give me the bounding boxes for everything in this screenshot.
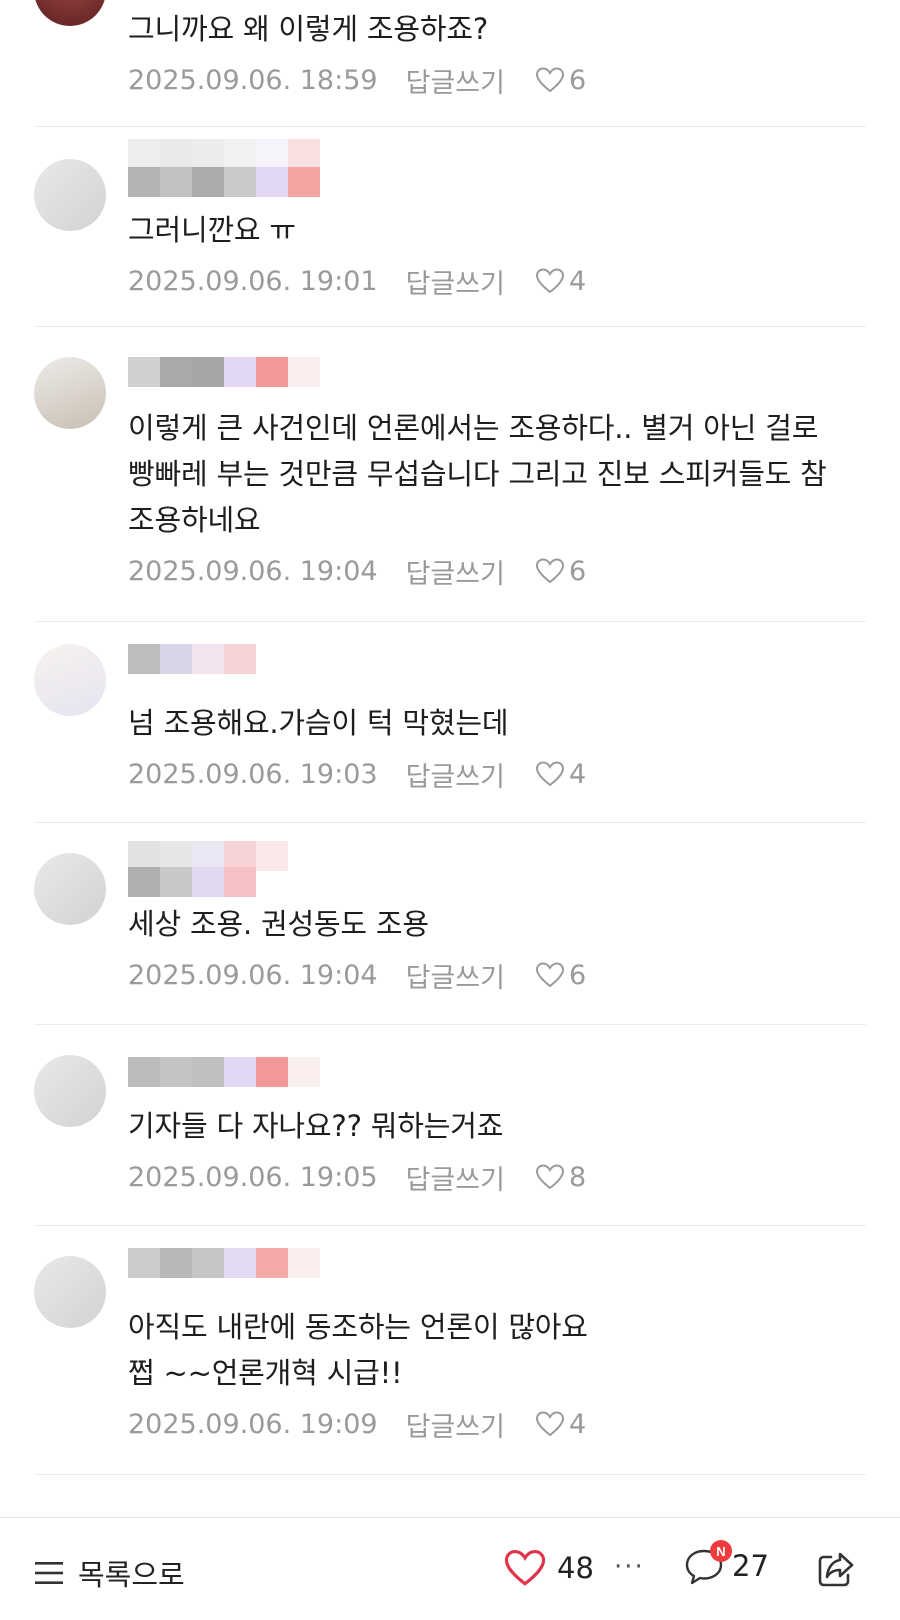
heart-icon bbox=[535, 761, 564, 787]
avatar[interactable] bbox=[34, 1256, 106, 1328]
comment-text: 이렇게 큰 사건인데 언론에서는 조용하다.. 별거 아닌 걸로 빵빠레 부는 … bbox=[128, 411, 827, 537]
avatar[interactable] bbox=[34, 1055, 106, 1127]
author-nickname-blurred bbox=[128, 1248, 328, 1308]
share-button[interactable] bbox=[815, 1548, 857, 1594]
comment-item: 이렇게 큰 사건인데 언론에서는 조용하다.. 별거 아닌 걸로 빵빠레 부는 … bbox=[34, 327, 866, 622]
reply-button[interactable]: 답글쓰기 bbox=[406, 1158, 505, 1197]
comment-item: 기자들 다 자나요?? 뭐하는거죠 2025.09.06. 19:05 답글쓰기… bbox=[34, 1025, 866, 1226]
list-icon bbox=[35, 1562, 63, 1584]
comment-text: 세상 조용. 권성동도 조용 bbox=[128, 907, 429, 941]
comment-text: 기자들 다 자나요?? 뭐하는거죠 bbox=[128, 1109, 504, 1143]
like-button[interactable]: 6 bbox=[535, 960, 586, 991]
comment-date: 2025.09.06. 19:03 bbox=[128, 758, 378, 790]
comment-date: 2025.09.06. 19:09 bbox=[128, 1408, 378, 1440]
author-nickname-blurred bbox=[128, 644, 328, 704]
list-button-label: 목록으로 bbox=[78, 1558, 185, 1592]
heart-icon bbox=[535, 558, 564, 584]
comment-count: 27 bbox=[732, 1549, 769, 1583]
like-count: 6 bbox=[568, 555, 587, 587]
comment-date: 2025.09.06. 19:05 bbox=[128, 1161, 378, 1193]
post-like-count: 48 bbox=[557, 1551, 594, 1585]
reply-button[interactable]: 답글쓰기 bbox=[406, 262, 505, 301]
comment-meta: 2025.09.06. 19:03 답글쓰기 4 bbox=[128, 754, 586, 794]
comment-text: 넘 조용해요.가슴이 턱 막혔는데 bbox=[128, 706, 509, 740]
heart-icon bbox=[535, 67, 564, 93]
heart-icon bbox=[535, 268, 564, 294]
comment-item: 넘 조용해요.가슴이 턱 막혔는데 2025.09.06. 19:03 답글쓰기… bbox=[34, 622, 866, 823]
comment-meta: 2025.09.06. 19:05 답글쓰기 8 bbox=[128, 1157, 586, 1197]
avatar[interactable] bbox=[34, 0, 106, 26]
post-like-button[interactable]: 48 bbox=[503, 1548, 594, 1588]
comment-date: 2025.09.06. 19:04 bbox=[128, 555, 378, 587]
new-badge: N bbox=[710, 1540, 732, 1562]
like-button[interactable]: 6 bbox=[535, 65, 586, 96]
comment-item: 세상 조용. 권성동도 조용 2025.09.06. 19:04 답글쓰기 6 bbox=[34, 823, 866, 1025]
comment-text-line-2: 쩝 ~~언론개혁 시급!! bbox=[128, 1356, 403, 1390]
avatar[interactable] bbox=[34, 853, 106, 925]
like-count: 4 bbox=[568, 265, 587, 297]
more-icon[interactable]: ··· bbox=[614, 1552, 645, 1582]
reply-button[interactable]: 답글쓰기 bbox=[406, 755, 505, 794]
comment-text: 그니까요 왜 이렇게 조용하죠? bbox=[128, 12, 489, 46]
comment-date: 2025.09.06. 19:04 bbox=[128, 959, 378, 991]
comment-text: 그러니깐요 ㅠ bbox=[128, 213, 296, 247]
heart-icon bbox=[535, 962, 564, 988]
like-count: 6 bbox=[568, 64, 587, 96]
author-nickname-blurred bbox=[128, 841, 328, 901]
heart-icon bbox=[535, 1411, 564, 1437]
heart-icon bbox=[504, 1549, 546, 1586]
comment-date: 2025.09.06. 18:59 bbox=[128, 64, 378, 96]
comment-item: 그러니깐요 ㅠ 2025.09.06. 19:01 답글쓰기 4 bbox=[34, 127, 866, 327]
comment-meta: 2025.09.06. 18:59 답글쓰기 6 bbox=[128, 60, 586, 100]
comment-meta: 2025.09.06. 19:04 답글쓰기 6 bbox=[128, 551, 848, 591]
reply-button[interactable]: 답글쓰기 bbox=[406, 61, 505, 100]
comment-meta: 2025.09.06. 19:09 답글쓰기 4 bbox=[128, 1404, 588, 1444]
comment-item: 그니까요 왜 이렇게 조용하죠? 2025.09.06. 18:59 답글쓰기 … bbox=[34, 0, 866, 127]
comment-item: 아직도 내란에 동조하는 언론이 많아요 쩝 ~~언론개혁 시급!! 2025.… bbox=[34, 1226, 866, 1475]
like-count: 8 bbox=[568, 1161, 587, 1193]
bottom-action-bar: 목록으로 48 ··· N 27 bbox=[0, 1517, 900, 1620]
list-button[interactable]: 목록으로 bbox=[34, 1552, 185, 1594]
reply-button[interactable]: 답글쓰기 bbox=[406, 1405, 505, 1444]
avatar[interactable] bbox=[34, 644, 106, 716]
heart-icon bbox=[535, 1164, 564, 1190]
like-count: 4 bbox=[568, 1408, 587, 1440]
comment-meta: 2025.09.06. 19:04 답글쓰기 6 bbox=[128, 955, 586, 995]
avatar[interactable] bbox=[34, 159, 106, 231]
like-button[interactable]: 4 bbox=[535, 759, 586, 790]
like-button[interactable]: 8 bbox=[535, 1162, 586, 1193]
share-icon bbox=[818, 1552, 854, 1587]
comment-button[interactable]: N 27 bbox=[684, 1540, 769, 1586]
like-button[interactable]: 6 bbox=[535, 556, 586, 587]
comment-list: 그니까요 왜 이렇게 조용하죠? 2025.09.06. 18:59 답글쓰기 … bbox=[0, 0, 900, 1475]
like-count: 4 bbox=[568, 758, 587, 790]
author-nickname-blurred bbox=[128, 139, 328, 199]
like-count: 6 bbox=[568, 959, 587, 991]
avatar[interactable] bbox=[34, 357, 106, 429]
comment-date: 2025.09.06. 19:01 bbox=[128, 265, 378, 297]
like-button[interactable]: 4 bbox=[535, 266, 586, 297]
comment-meta: 2025.09.06. 19:01 답글쓰기 4 bbox=[128, 261, 586, 301]
like-button[interactable]: 4 bbox=[535, 1409, 586, 1440]
comment-text-line-1: 아직도 내란에 동조하는 언론이 많아요 bbox=[128, 1310, 588, 1344]
reply-button[interactable]: 답글쓰기 bbox=[406, 552, 505, 591]
reply-button[interactable]: 답글쓰기 bbox=[406, 956, 505, 995]
